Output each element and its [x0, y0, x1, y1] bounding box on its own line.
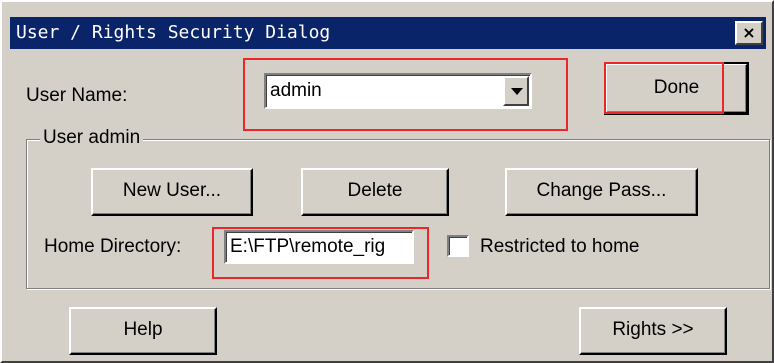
- restricted-to-home-checkbox[interactable]: [447, 235, 469, 257]
- done-button[interactable]: Done: [604, 62, 749, 115]
- home-directory-value: E:\FTP\remote_rig: [230, 236, 386, 257]
- home-directory-label: Home Directory:: [44, 236, 182, 257]
- dropdown-button[interactable]: [503, 76, 529, 106]
- user-name-combobox[interactable]: admin: [264, 73, 532, 109]
- delete-button[interactable]: Delete: [301, 168, 449, 216]
- home-directory-input[interactable]: E:\FTP\remote_rig: [224, 230, 414, 264]
- close-icon: ×: [742, 23, 756, 42]
- change-pass-button[interactable]: Change Pass...: [505, 168, 698, 216]
- new-user-button[interactable]: New User...: [91, 168, 253, 216]
- title-bar[interactable]: User / Rights Security Dialog ×: [10, 17, 766, 49]
- close-button[interactable]: ×: [735, 21, 763, 45]
- help-button-label: Help: [123, 319, 163, 340]
- restricted-to-home-label: Restricted to home: [480, 236, 640, 257]
- user-name-label: User Name:: [26, 85, 128, 106]
- window-title: User / Rights Security Dialog: [16, 22, 331, 43]
- new-user-button-label: New User...: [122, 180, 222, 201]
- rights-button-label: Rights >>: [612, 319, 694, 340]
- chevron-down-icon: [511, 88, 523, 95]
- delete-button-label: Delete: [347, 180, 403, 201]
- help-button[interactable]: Help: [69, 307, 217, 355]
- rights-button[interactable]: Rights >>: [579, 307, 727, 355]
- user-rights-dialog: User / Rights Security Dialog × User Nam…: [0, 0, 774, 363]
- user-name-value: admin: [270, 80, 322, 101]
- user-admin-group-title: User admin: [40, 127, 144, 149]
- done-button-label: Done: [653, 77, 700, 98]
- change-pass-button-label: Change Pass...: [536, 180, 667, 201]
